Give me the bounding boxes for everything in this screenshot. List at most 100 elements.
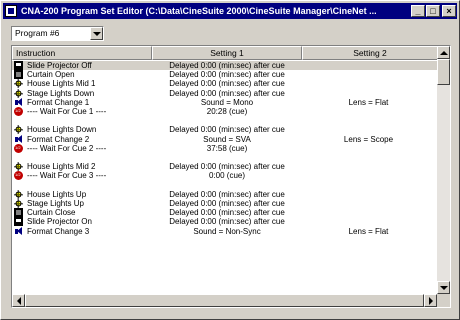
title-bar[interactable]: CNA-200 Program Set Editor (C:\Data\Cine… <box>3 3 457 19</box>
setting-1-cell: Delayed 0:00 (min:sec) after cue <box>169 79 285 89</box>
scroll-left-button[interactable] <box>12 294 25 307</box>
setting-1-cell <box>152 181 302 190</box>
instruction-cell: ---- Wait For Cue 2 ---- <box>27 143 107 153</box>
horizontal-scroll-thumb[interactable] <box>25 294 424 307</box>
table-row[interactable]: Format Change 3 Sound = Non-Sync Lens = Fl… <box>12 226 438 236</box>
setting-2-cell <box>302 70 435 79</box>
projector-icon <box>14 61 23 70</box>
light-icon <box>14 162 23 172</box>
column-header-instruction[interactable]: Instruction <box>12 46 152 60</box>
light-icon <box>14 199 23 208</box>
scroll-up-button[interactable] <box>437 46 450 59</box>
setting-1-cell <box>152 116 302 125</box>
setting-2-cell <box>302 107 435 116</box>
instruction-cell: Format Change 1 <box>27 97 90 107</box>
setting-1-cell: Delayed 0:00 (min:sec) after cue <box>169 125 285 135</box>
instruction-cell: House Lights Mid 2 <box>27 162 96 172</box>
wait-icon <box>14 143 23 153</box>
setting-1-cell: Delayed 0:00 (min:sec) after cue <box>169 189 285 199</box>
table-row[interactable]: House Lights Mid 1 Delayed 0:00 (min:sec)… <box>12 79 438 89</box>
maximize-button[interactable]: □ <box>426 5 440 17</box>
scroll-down-button[interactable] <box>437 281 450 294</box>
vertical-scroll-thumb[interactable] <box>437 59 450 85</box>
setting-1-cell: Delayed 0:00 (min:sec) after cue <box>169 208 285 218</box>
setting-1-cell: Delayed 0:00 (min:sec) after cue <box>169 88 285 98</box>
vertical-scrollbar[interactable] <box>437 46 450 294</box>
column-header-setting-2[interactable]: Setting 2 <box>302 46 438 60</box>
close-button[interactable]: × <box>442 5 456 17</box>
setting-2-cell: Lens = Flat <box>348 97 389 107</box>
setting-1-cell: 20:28 (cue) <box>206 107 248 116</box>
table-row[interactable]: Format Change 2 Sound = SVA Lens = Scope <box>12 134 438 144</box>
table-row[interactable]: Curtain Open Delayed 0:00 (min:sec) after… <box>12 70 438 80</box>
horizontal-scrollbar[interactable] <box>12 294 437 307</box>
setting-1-cell: Sound = Non-Sync <box>193 226 261 236</box>
setting-2-cell <box>302 171 435 180</box>
setting-2-cell <box>302 144 435 153</box>
setting-1-cell: 37:58 (cue) <box>206 143 248 153</box>
setting-1-cell: Delayed 0:00 (min:sec) after cue <box>169 199 285 208</box>
setting-1-cell: Sound = SVA <box>203 134 251 144</box>
instruction-cell: ---- Wait For Cue 3 ---- <box>27 171 107 181</box>
program-set-editor-window: CNA-200 Program Set Editor (C:\Data\Cine… <box>0 0 460 320</box>
instruction-cell: Slide Projector Off <box>27 61 92 70</box>
column-header-label: Instruction <box>16 48 56 58</box>
scroll-right-button[interactable] <box>424 294 437 307</box>
light-icon <box>14 189 23 199</box>
setting-1-cell: 0:00 (cue) <box>208 171 246 181</box>
setting-1-cell: Delayed 0:00 (min:sec) after cue <box>169 217 285 227</box>
setting-2-cell <box>302 153 435 162</box>
format-icon <box>14 97 23 107</box>
setting-2-cell <box>302 217 435 226</box>
light-icon <box>14 79 23 89</box>
setting-1-cell: Delayed 0:00 (min:sec) after cue <box>169 162 285 172</box>
instruction-cell: Stage Lights Down <box>27 88 95 98</box>
app-icon[interactable] <box>5 5 17 17</box>
instruction-cell: Stage Lights Up <box>27 199 84 208</box>
instruction-cell: House Lights Down <box>27 125 97 135</box>
format-icon <box>14 226 23 236</box>
column-header-label: Setting 2 <box>353 48 387 58</box>
projector-icon <box>14 217 23 227</box>
dropdown-arrow-icon[interactable] <box>90 27 103 40</box>
setting-2-cell <box>302 162 435 171</box>
setting-2-cell: Lens = Scope <box>343 134 394 144</box>
table-row[interactable]: Stage Lights Up Delayed 0:00 (min:sec) af… <box>12 199 438 208</box>
table-row[interactable]: ---- Wait For Cue 2 ---- 37:58 (cue) <box>12 143 438 153</box>
curtain-icon <box>14 208 23 218</box>
table-row[interactable]: Format Change 1 Sound = Mono Lens = Flat <box>12 97 438 107</box>
window-title: CNA-200 Program Set Editor (C:\Data\Cine… <box>21 6 377 16</box>
column-header-label: Setting 1 <box>210 48 244 58</box>
scrollbar-corner <box>437 294 450 307</box>
table-row[interactable]: ---- Wait For Cue 1 ---- 20:28 (cue) <box>12 107 438 116</box>
setting-2-cell <box>302 89 435 98</box>
column-header-setting-1[interactable]: Setting 1 <box>152 46 302 60</box>
table-row[interactable] <box>12 116 438 125</box>
minimize-button[interactable]: _ <box>411 5 425 17</box>
table-row[interactable]: House Lights Up Delayed 0:00 (min:sec) af… <box>12 189 438 199</box>
table-row[interactable]: House Lights Down Delayed 0:00 (min:sec) … <box>12 125 438 135</box>
table-row[interactable]: Slide Projector Off Delayed 0:00 (min:sec… <box>12 61 438 70</box>
instruction-cell: ---- Wait For Cue 1 ---- <box>27 107 107 116</box>
table-row[interactable]: ---- Wait For Cue 3 ---- 0:00 (cue) <box>12 171 438 181</box>
setting-1-cell: Delayed 0:00 (min:sec) after cue <box>169 61 285 70</box>
setting-1-cell: Delayed 0:00 (min:sec) after cue <box>169 70 285 80</box>
program-select[interactable]: Program #6 <box>11 26 104 41</box>
instruction-cell: Format Change 3 <box>27 226 90 236</box>
instruction-table[interactable]: Instruction Setting 1 Setting 2 Slide Pr… <box>11 45 451 308</box>
table-row[interactable]: Stage Lights Down Delayed 0:00 (min:sec) … <box>12 88 438 98</box>
wait-icon <box>14 107 23 116</box>
table-row[interactable] <box>12 181 438 190</box>
setting-2-cell: Lens = Flat <box>348 226 389 236</box>
table-row[interactable]: Slide Projector On Delayed 0:00 (min:sec)… <box>12 217 438 227</box>
setting-2-cell <box>302 208 435 217</box>
table-row[interactable]: House Lights Mid 2 Delayed 0:00 (min:sec)… <box>12 162 438 172</box>
light-icon <box>14 88 23 98</box>
instruction-cell: House Lights Mid 1 <box>27 79 96 89</box>
format-icon <box>14 134 23 144</box>
instruction-cell: Curtain Close <box>27 208 76 218</box>
setting-1-cell <box>152 153 302 162</box>
table-row[interactable] <box>12 153 438 162</box>
setting-2-cell <box>302 79 435 88</box>
table-row[interactable]: Curtain Close Delayed 0:00 (min:sec) afte… <box>12 208 438 218</box>
